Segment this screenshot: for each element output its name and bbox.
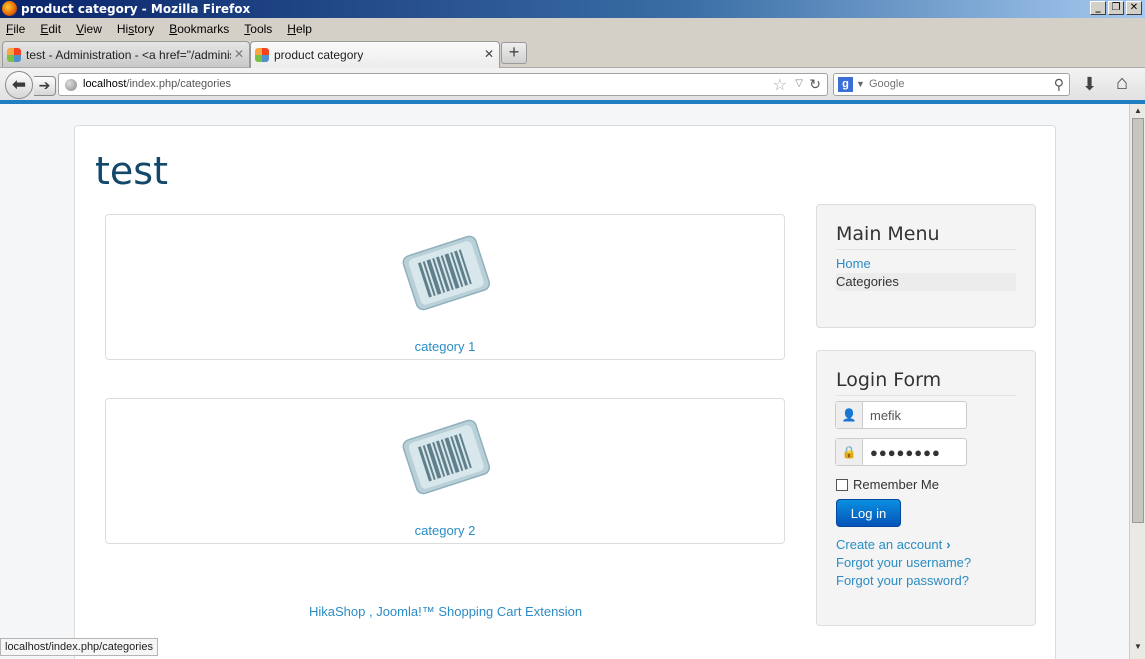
menu-tools[interactable]: Tools bbox=[244, 22, 272, 36]
window-title: product category - Mozilla Firefox bbox=[21, 2, 251, 16]
scroll-thumb[interactable] bbox=[1132, 118, 1144, 523]
login-button[interactable]: Log in bbox=[836, 499, 901, 527]
joomla-favicon-icon bbox=[255, 48, 269, 62]
chevron-right-icon: › bbox=[946, 537, 951, 552]
category-card: category 1 bbox=[105, 214, 785, 360]
menu-bookmarks[interactable]: Bookmarks bbox=[169, 22, 229, 36]
tab-bar: test - Administration - <a href="/admini… bbox=[0, 40, 1145, 68]
menu-bar: File Edit View History Bookmarks Tools H… bbox=[0, 19, 1145, 39]
url-bar[interactable]: localhost/index.php/categories ☆ ▽ ↻ bbox=[58, 73, 828, 96]
url-dropdown-icon[interactable]: ▽ bbox=[795, 78, 803, 89]
bookmark-star-icon[interactable]: ☆ bbox=[773, 75, 787, 95]
menu-view[interactable]: View bbox=[76, 22, 102, 36]
barcode-category-icon[interactable] bbox=[396, 227, 496, 317]
login-form-title: Login Form bbox=[836, 369, 942, 391]
category-link[interactable]: category 2 bbox=[106, 523, 784, 538]
search-magnifier-icon[interactable]: ⚲ bbox=[1054, 76, 1064, 93]
hikashop-footer-link[interactable]: HikaShop , Joomla!™ Shopping Cart Extens… bbox=[309, 604, 582, 619]
divider bbox=[836, 395, 1016, 396]
login-form-module: Login Form 👤 🔒 Remember Me Log in Create… bbox=[816, 350, 1036, 626]
menu-help[interactable]: Help bbox=[287, 22, 312, 36]
google-engine-icon[interactable]: g bbox=[838, 77, 853, 92]
window-controls: _ ❐ ✕ bbox=[1090, 1, 1142, 15]
menu-item-home[interactable]: Home bbox=[836, 255, 1016, 273]
forgot-password-link[interactable]: Forgot your password? bbox=[836, 573, 969, 588]
password-field[interactable]: 🔒 bbox=[835, 438, 967, 466]
tab-label: product category bbox=[274, 48, 364, 62]
site-identity-icon[interactable] bbox=[65, 79, 77, 91]
home-icon[interactable]: ⌂ bbox=[1116, 72, 1128, 95]
url-text[interactable]: localhost/index.php/categories bbox=[83, 78, 231, 90]
category-link[interactable]: category 1 bbox=[106, 339, 784, 354]
divider bbox=[836, 249, 1016, 250]
tab-product-category[interactable]: product category ✕ bbox=[250, 41, 500, 68]
menu-history[interactable]: History bbox=[117, 22, 154, 36]
search-engine-dropdown-icon[interactable]: ▼ bbox=[856, 79, 865, 89]
password-input[interactable] bbox=[863, 439, 966, 465]
menu-file[interactable]: File bbox=[6, 22, 25, 36]
forward-button[interactable]: ➔ bbox=[34, 76, 56, 96]
close-button[interactable]: ✕ bbox=[1126, 1, 1142, 15]
downloads-icon[interactable]: ⬇ bbox=[1082, 74, 1097, 95]
remember-me-checkbox[interactable] bbox=[836, 478, 848, 491]
tab-administration[interactable]: test - Administration - <a href="/admini… bbox=[2, 41, 250, 67]
tab-close-icon[interactable]: ✕ bbox=[484, 47, 494, 61]
navigation-toolbar: ➔ ⬅ localhost/index.php/categories ☆ ▽ ↻… bbox=[0, 67, 1145, 101]
main-menu-module: Main Menu Home Categories bbox=[816, 204, 1036, 328]
page-container: test category 1 category 2 HikaShop , Jo… bbox=[74, 125, 1056, 659]
forgot-username-link[interactable]: Forgot your username? bbox=[836, 555, 971, 570]
username-field[interactable]: 👤 bbox=[835, 401, 967, 429]
tab-close-icon[interactable]: ✕ bbox=[234, 47, 244, 61]
main-menu-title: Main Menu bbox=[836, 223, 940, 245]
remember-me[interactable]: Remember Me bbox=[836, 477, 939, 492]
status-bar: localhost/index.php/categories bbox=[0, 638, 158, 656]
scroll-up-icon[interactable]: ▲ bbox=[1132, 105, 1144, 117]
create-account-link[interactable]: Create an account › bbox=[836, 537, 951, 552]
window-titlebar: product category - Mozilla Firefox _ ❐ ✕ bbox=[0, 0, 1145, 18]
reload-icon[interactable]: ↻ bbox=[809, 76, 821, 93]
new-tab-button[interactable]: + bbox=[501, 42, 527, 64]
restore-button[interactable]: ❐ bbox=[1108, 1, 1124, 15]
site-title[interactable]: test bbox=[95, 149, 168, 193]
search-input[interactable] bbox=[869, 78, 1044, 90]
category-card: category 2 bbox=[105, 398, 785, 544]
username-input[interactable] bbox=[863, 402, 966, 428]
remember-me-label: Remember Me bbox=[853, 477, 939, 492]
scroll-down-icon[interactable]: ▼ bbox=[1132, 641, 1144, 653]
page-viewport: test category 1 category 2 HikaShop , Jo… bbox=[0, 104, 1129, 659]
firefox-logo-icon bbox=[2, 1, 17, 16]
menu-edit[interactable]: Edit bbox=[40, 22, 61, 36]
barcode-category-icon[interactable] bbox=[396, 411, 496, 501]
menu-item-categories[interactable]: Categories bbox=[836, 273, 1016, 291]
tab-label: test - Administration - <a href="/admini… bbox=[26, 47, 231, 62]
back-button[interactable]: ⬅ bbox=[5, 71, 33, 99]
lock-icon: 🔒 bbox=[836, 439, 863, 465]
minimize-button[interactable]: _ bbox=[1090, 1, 1106, 15]
user-icon: 👤 bbox=[836, 402, 863, 428]
search-bar[interactable]: g ▼ ⚲ bbox=[833, 73, 1070, 96]
joomla-favicon-icon bbox=[7, 47, 21, 62]
vertical-scrollbar[interactable]: ▲ ▼ bbox=[1129, 104, 1145, 659]
